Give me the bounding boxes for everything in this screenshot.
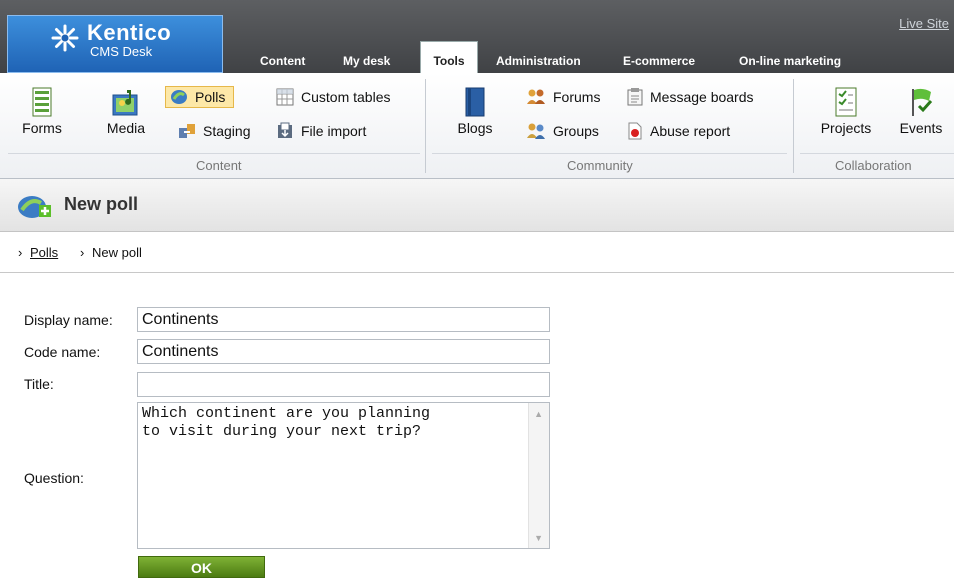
message-boards-icon [627, 88, 643, 106]
display-name-label: Display name: [24, 312, 113, 328]
breadcrumb-arrow-icon: › [18, 245, 23, 260]
ribbon-polls-button[interactable]: Polls [165, 86, 235, 108]
tab-content[interactable]: Content [260, 43, 305, 73]
ribbon-abuse-report-button[interactable]: Abuse report [627, 120, 730, 142]
ribbon-media-button[interactable]: Media [102, 87, 150, 136]
ribbon-file-import-button[interactable]: File import [276, 120, 366, 142]
ribbon-forums-button[interactable]: Forums [526, 86, 600, 108]
staging-icon [179, 124, 195, 138]
kentico-logo[interactable]: Kentico CMS Desk [7, 15, 223, 73]
ribbon-forms-button[interactable]: Forms [22, 87, 62, 136]
code-name-label: Code name: [24, 344, 101, 360]
content-group-divider [8, 153, 420, 154]
group-label-content: Content [196, 158, 242, 173]
projects-label: Projects [820, 120, 872, 136]
tools-ribbon: Forms Media Polls Staging Custom tables … [0, 73, 954, 179]
custom-tables-label: Custom tables [301, 89, 391, 105]
projects-icon [835, 87, 857, 117]
ribbon-groups-button[interactable]: Groups [526, 120, 599, 142]
file-import-icon [278, 122, 292, 138]
title-field[interactable] [137, 372, 550, 397]
abuse-report-label: Abuse report [650, 123, 731, 139]
question-text: Which continent are you planning to visi… [142, 405, 431, 440]
groups-label: Groups [553, 123, 599, 139]
new-poll-icon [18, 196, 51, 218]
breadcrumb: › Polls › New poll [0, 232, 954, 273]
group-label-collaboration: Collaboration [835, 158, 912, 173]
file-import-label: File import [301, 123, 367, 139]
breadcrumb-separator-icon: › [80, 245, 85, 260]
ribbon-events-button[interactable]: Events [896, 87, 946, 136]
group-separator [425, 79, 426, 173]
blogs-label: Blogs [457, 120, 493, 136]
logo-subtitle: CMS Desk [90, 44, 153, 59]
breadcrumb-polls-link[interactable]: Polls [30, 245, 58, 260]
polls-label: Polls [195, 89, 226, 105]
group-separator [793, 79, 794, 173]
groups-icon [527, 123, 545, 139]
tab-e-commerce[interactable]: E-commerce [623, 43, 695, 73]
abuse-report-icon [628, 122, 642, 140]
tab-administration[interactable]: Administration [496, 43, 581, 73]
live-site-link[interactable]: Live Site [899, 16, 949, 31]
question-field[interactable]: Which continent are you planning to visi… [137, 402, 550, 549]
title-label: Title: [24, 376, 54, 392]
polls-icon [171, 90, 187, 104]
breadcrumb-current: New poll [92, 245, 142, 260]
staging-label: Staging [203, 123, 251, 139]
ok-button[interactable]: OK [138, 556, 265, 578]
page-title-bar: New poll [0, 179, 954, 232]
collaboration-group-divider [800, 153, 954, 154]
events-icon [912, 88, 933, 116]
media-icon [112, 90, 138, 116]
forms-label: Forms [22, 120, 62, 136]
forms-icon [32, 87, 52, 117]
code-name-field[interactable] [137, 339, 550, 364]
events-label: Events [899, 120, 943, 136]
ribbon-blogs-button[interactable]: Blogs [453, 87, 497, 136]
community-group-divider [432, 153, 787, 154]
ribbon-projects-button[interactable]: Projects [815, 87, 877, 136]
group-label-community: Community [567, 158, 633, 173]
scroll-up-icon[interactable]: ▲ [534, 409, 543, 419]
ribbon-message-boards-button[interactable]: Message boards [627, 86, 754, 108]
tab-online-marketing[interactable]: On-line marketing [739, 43, 841, 73]
question-scrollbar[interactable]: ▲ ▼ [528, 403, 549, 548]
scroll-down-icon[interactable]: ▼ [534, 533, 543, 543]
logo-title: Kentico [87, 20, 172, 45]
tab-tools[interactable]: Tools [420, 41, 478, 74]
top-header: Kentico CMS Desk Live Site Content My de… [0, 0, 954, 74]
media-label: Media [106, 120, 146, 136]
ribbon-custom-tables-button[interactable]: Custom tables [276, 86, 390, 108]
kentico-logo-icon [51, 24, 79, 52]
message-boards-label: Message boards [650, 89, 754, 105]
forums-label: Forums [553, 89, 601, 105]
tab-my-desk[interactable]: My desk [343, 43, 390, 73]
page-title: New poll [64, 194, 139, 214]
question-label: Question: [24, 470, 84, 486]
display-name-field[interactable] [137, 307, 550, 332]
forums-icon [527, 89, 545, 104]
custom-tables-icon [276, 88, 294, 106]
ribbon-staging-button[interactable]: Staging [178, 120, 250, 142]
blogs-icon [465, 87, 485, 117]
